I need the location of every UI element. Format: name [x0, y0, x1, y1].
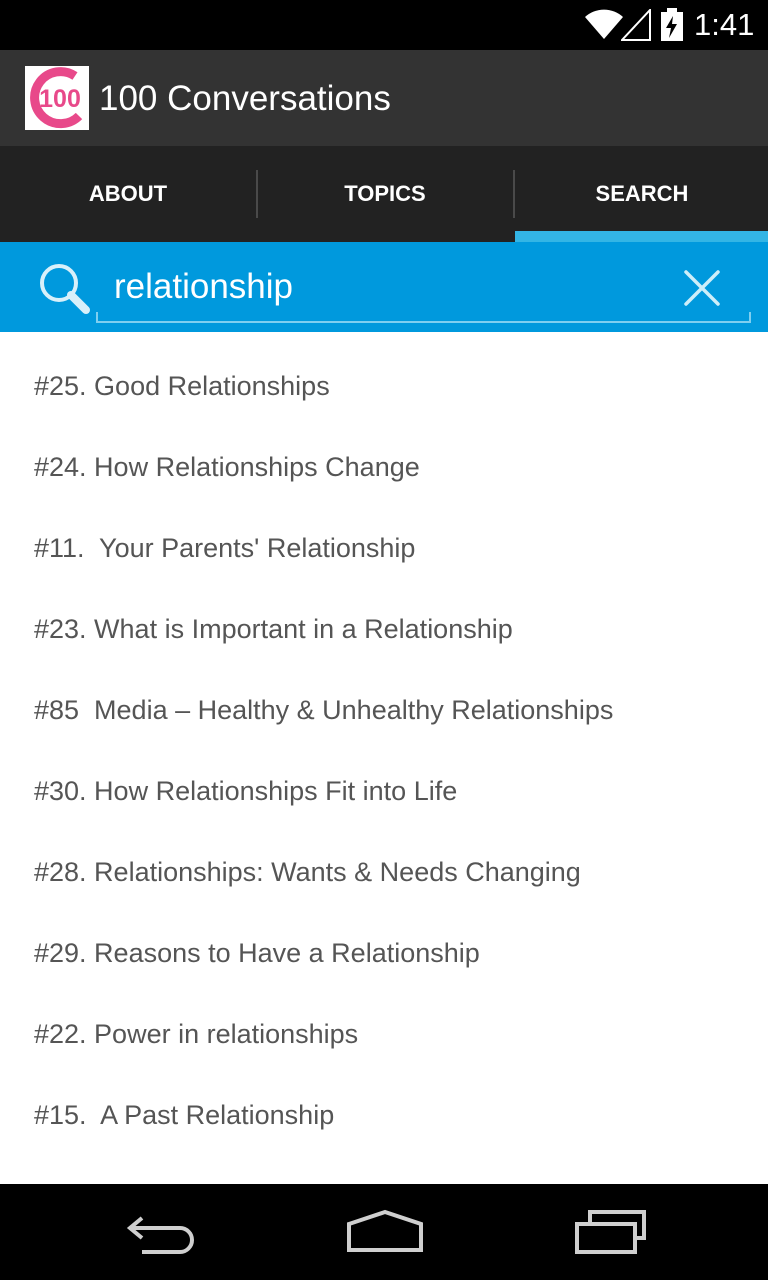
- search-input[interactable]: relationship: [114, 264, 654, 310]
- search-icon: [40, 264, 90, 314]
- list-item-label: #22. Power in relationships: [34, 1019, 359, 1049]
- action-bar: 100 100 Conversations: [0, 50, 768, 146]
- close-icon: [684, 270, 720, 306]
- list-item[interactable]: #15. A Past Relationship: [0, 1062, 768, 1143]
- clear-search-button[interactable]: [680, 266, 724, 310]
- back-icon[interactable]: [124, 1206, 196, 1258]
- app-title: 100 Conversations: [99, 79, 391, 118]
- search-input-underline: [96, 312, 751, 323]
- tab-topics[interactable]: TOPICS: [257, 146, 513, 242]
- list-item[interactable]: #22. Power in relationships: [0, 981, 768, 1062]
- recent-apps-icon[interactable]: [574, 1206, 648, 1258]
- list-item[interactable]: #30. How Relationships Fit into Life: [0, 738, 768, 819]
- app-logo-100-icon: 100: [25, 66, 89, 130]
- tab-bar: ABOUT TOPICS SEARCH: [0, 146, 768, 242]
- list-item-label: #30. How Relationships Fit into Life: [34, 776, 458, 806]
- status-bar: 1:41: [0, 0, 768, 50]
- cell-signal-icon: [621, 9, 651, 41]
- navigation-bar: [0, 1184, 768, 1280]
- list-item[interactable]: #28. Relationships: Wants & Needs Changi…: [0, 819, 768, 900]
- list-item-label: #23. What is Important in a Relationship: [34, 614, 513, 644]
- tab-selected-indicator: [515, 231, 768, 242]
- tab-search[interactable]: SEARCH: [514, 146, 768, 242]
- status-clock: 1:41: [694, 7, 755, 42]
- wifi-icon: [585, 9, 623, 39]
- list-item-label: #24. How Relationships Change: [34, 452, 420, 482]
- list-item-label: #29. Reasons to Have a Relationship: [34, 938, 480, 968]
- list-item-label: #15. A Past Relationship: [34, 1100, 335, 1130]
- list-item-label: #11. Your Parents' Relationship: [34, 533, 416, 563]
- list-item[interactable]: #29. Reasons to Have a Relationship: [0, 900, 768, 981]
- app-logo-text: 100: [39, 85, 81, 113]
- battery-charging-icon: [661, 8, 683, 41]
- search-bar: relationship: [0, 242, 768, 332]
- list-item[interactable]: #24. How Relationships Change: [0, 414, 768, 495]
- list-item-label: #25. Good Relationships: [34, 371, 330, 401]
- list-item[interactable]: #23. What is Important in a Relationship: [0, 576, 768, 657]
- list-item-label: #85 Media – Healthy & Unhealthy Relation…: [34, 695, 614, 725]
- list-item[interactable]: #25. Good Relationships: [0, 333, 768, 414]
- tab-about[interactable]: ABOUT: [0, 146, 256, 242]
- list-item[interactable]: #11. Your Parents' Relationship: [0, 495, 768, 576]
- list-item-label: #28. Relationships: Wants & Needs Changi…: [34, 857, 581, 887]
- home-icon[interactable]: [346, 1206, 424, 1258]
- list-item[interactable]: #85 Media – Healthy & Unhealthy Relation…: [0, 657, 768, 738]
